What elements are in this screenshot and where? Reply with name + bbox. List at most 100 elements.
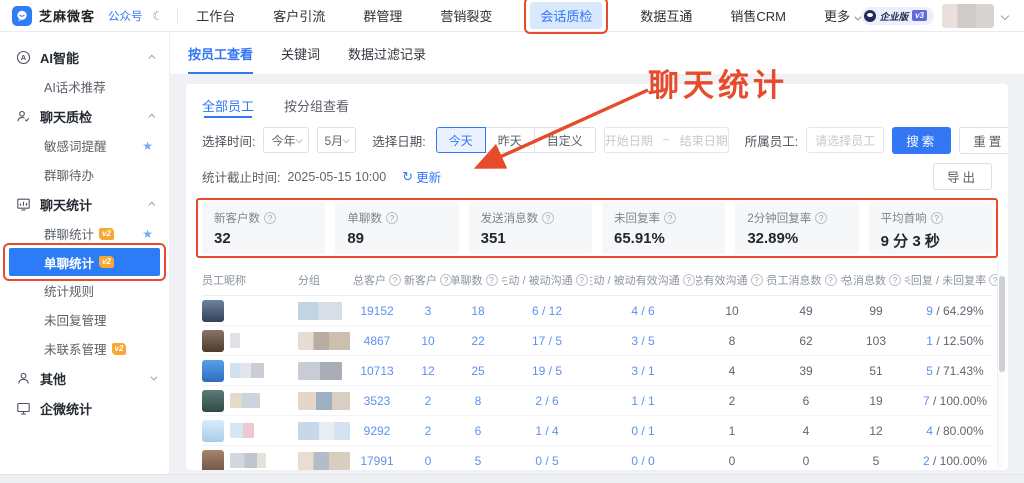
sidebar-item-群聊待办[interactable]: 群聊待办 [0,160,169,189]
cell-active-passive-link[interactable]: 1 / 4 [504,424,590,438]
chevron-down-icon[interactable] [1001,11,1009,19]
cell-chat-count-link[interactable]: 18 [452,304,504,318]
refresh-link[interactable]: 更新 [416,167,441,186]
cell-active-passive-effective-link[interactable]: 3 / 5 [590,334,696,348]
sidebar-group-其他[interactable]: 其他 [0,363,169,393]
nav-item-营销裂变[interactable]: 营销裂变 [440,6,492,25]
column-header-total_messages[interactable]: 总消息数 [844,272,908,288]
help-icon[interactable] [825,274,837,286]
month-select[interactable]: 5月 [317,127,357,153]
cell-chat-count-link[interactable]: 6 [452,424,504,438]
help-icon[interactable] [751,274,763,286]
cell-new-customers-link[interactable]: 12 [404,364,452,378]
refresh-icon[interactable]: ↻ [402,169,413,185]
nav-item-工作台[interactable]: 工作台 [196,6,235,25]
horizontal-scrollbar-track[interactable] [0,474,1024,483]
nav-item-销售CRM[interactable]: 销售CRM [730,6,786,25]
nav-item-客户引流[interactable]: 客户引流 [273,6,325,25]
reset-button[interactable]: 重置 [959,127,1008,154]
help-icon[interactable] [486,274,498,286]
column-header-staff_messages[interactable]: 员工消息数 [768,272,844,288]
help-icon[interactable] [264,212,276,224]
date-option-自定义[interactable]: 自定义 [534,127,596,153]
cell-new-customers-link[interactable]: 3 [404,304,452,318]
cell-active-passive-effective-link[interactable]: 0 / 1 [590,424,696,438]
cell-active-passive-link[interactable]: 19 / 5 [504,364,590,378]
cell-new-customers-link[interactable]: 10 [404,334,452,348]
star-icon[interactable]: ★ [142,139,153,153]
help-icon[interactable] [683,274,695,286]
cell-chat-count-link[interactable]: 5 [452,454,504,468]
help-icon[interactable] [815,212,827,224]
unreplied-count-link[interactable]: 7 [923,394,930,408]
nav-item-群管理[interactable]: 群管理 [363,6,402,25]
tab-按员工查看[interactable]: 按员工查看 [188,32,253,74]
column-header-chat_count[interactable]: 单聊数 [452,272,504,288]
help-icon[interactable] [664,212,676,224]
sidebar-group-聊天统计[interactable]: 聊天统计 [0,189,169,219]
sidebar-item-单聊统计[interactable]: 单聊统计v2 [9,248,160,276]
sidebar-item-AI话术推荐[interactable]: AI话术推荐 [0,72,169,101]
unreplied-count-link[interactable]: 1 [926,334,933,348]
nav-item-会话质检[interactable]: 会话质检 [530,2,602,29]
cell-active-passive-effective-link[interactable]: 4 / 6 [590,304,696,318]
cell-total-customers-link[interactable]: 19152 [350,304,404,318]
cell-total-customers-link[interactable]: 17991 [350,454,404,468]
cell-active-passive-effective-link[interactable]: 1 / 1 [590,394,696,408]
cell-active-passive-link[interactable]: 0 / 5 [504,454,590,468]
view-tab-按分组查看[interactable]: 按分组查看 [284,96,349,118]
user-avatar[interactable] [942,4,994,28]
cell-total-customers-link[interactable]: 4867 [350,334,404,348]
cell-total-customers-link[interactable]: 10713 [350,364,404,378]
official-account-link[interactable]: 公众号 [108,8,143,24]
export-button[interactable]: 导出 [933,163,992,190]
column-header-active_passive[interactable]: 主动 / 被动沟通 [504,272,590,288]
tab-数据过滤记录[interactable]: 数据过滤记录 [348,32,426,74]
search-button[interactable]: 搜索 [892,127,951,154]
cell-active-passive-link[interactable]: 2 / 6 [504,394,590,408]
cell-new-customers-link[interactable]: 0 [404,454,452,468]
view-tab-全部员工[interactable]: 全部员工 [202,96,254,118]
cell-total-customers-link[interactable]: 3523 [350,394,404,408]
date-option-昨天[interactable]: 昨天 [485,127,535,153]
sidebar-item-群聊统计[interactable]: 群聊统计v2★ [0,219,169,248]
dark-mode-icon[interactable]: ☾ [153,9,164,23]
sidebar-item-未回复管理[interactable]: 未回复管理 [0,305,169,334]
unreplied-count-link[interactable]: 2 [923,454,930,468]
column-header-active_passive_effective[interactable]: 主动 / 被动有效沟通 [590,272,696,288]
cell-new-customers-link[interactable]: 2 [404,424,452,438]
help-icon[interactable] [576,274,588,286]
help-icon[interactable] [389,274,401,286]
staff-select-input[interactable]: 请选择员工 [806,127,884,153]
star-icon[interactable]: ★ [142,227,153,241]
cell-chat-count-link[interactable]: 8 [452,394,504,408]
cell-chat-count-link[interactable]: 25 [452,364,504,378]
help-icon[interactable] [386,212,398,224]
unreplied-count-link[interactable]: 4 [926,424,933,438]
sidebar-group-聊天质检[interactable]: 聊天质检 [0,101,169,131]
sidebar-group-企微统计[interactable]: 企微统计 [0,393,169,423]
sidebar-group-AI智能[interactable]: AAI智能 [0,42,169,72]
date-option-今天[interactable]: 今天 [436,127,486,153]
tab-关键词[interactable]: 关键词 [281,32,320,74]
scrollbar-thumb[interactable] [999,276,1005,372]
cell-active-passive-effective-link[interactable]: 3 / 1 [590,364,696,378]
unreplied-count-link[interactable]: 9 [926,304,933,318]
year-select[interactable]: 今年 [263,127,308,153]
help-icon[interactable] [889,274,901,286]
sidebar-item-未联系管理[interactable]: 未联系管理v2 [0,334,169,363]
cell-active-passive-link[interactable]: 6 / 12 [504,304,590,318]
column-header-unreplied[interactable]: 未回复 / 未回复率 [908,272,1002,288]
cell-chat-count-link[interactable]: 22 [452,334,504,348]
nav-item-数据互通[interactable]: 数据互通 [640,6,692,25]
date-range-input[interactable]: 开始日期 ~ 结束日期 [604,127,729,153]
column-header-total_effective[interactable]: 总有效沟通 [696,272,768,288]
help-icon[interactable] [440,274,452,286]
cell-active-passive-effective-link[interactable]: 0 / 0 [590,454,696,468]
sidebar-item-敏感词提醒[interactable]: 敏感词提醒★ [0,131,169,160]
unreplied-count-link[interactable]: 5 [926,364,933,378]
help-icon[interactable] [542,212,554,224]
cell-new-customers-link[interactable]: 2 [404,394,452,408]
cell-active-passive-link[interactable]: 17 / 5 [504,334,590,348]
cell-total-customers-link[interactable]: 9292 [350,424,404,438]
